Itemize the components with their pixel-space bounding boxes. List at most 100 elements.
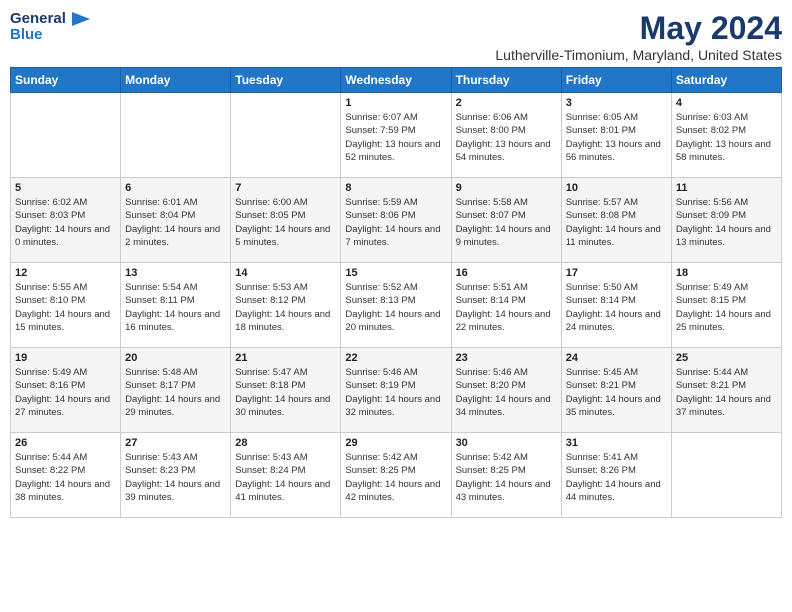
day-number: 29: [345, 437, 446, 449]
day-number: 16: [456, 267, 557, 279]
day-info: Sunrise: 5:43 AMSunset: 8:23 PMDaylight:…: [125, 451, 226, 504]
day-cell: 3 Sunrise: 6:05 AMSunset: 8:01 PMDaylight…: [561, 93, 671, 178]
day-number: 30: [456, 437, 557, 449]
week-row-4: 19 Sunrise: 5:49 AMSunset: 8:16 PMDayligh…: [11, 348, 782, 433]
day-info: Sunrise: 5:58 AMSunset: 8:07 PMDaylight:…: [456, 196, 557, 249]
day-info: Sunrise: 6:02 AMSunset: 8:03 PMDaylight:…: [15, 196, 116, 249]
day-cell: 28 Sunrise: 5:43 AMSunset: 8:24 PMDayligh…: [231, 433, 341, 518]
day-info: Sunrise: 5:43 AMSunset: 8:24 PMDaylight:…: [235, 451, 336, 504]
day-number: 14: [235, 267, 336, 279]
day-cell: 19 Sunrise: 5:49 AMSunset: 8:16 PMDayligh…: [11, 348, 121, 433]
day-info: Sunrise: 5:51 AMSunset: 8:14 PMDaylight:…: [456, 281, 557, 334]
day-cell: 25 Sunrise: 5:44 AMSunset: 8:21 PMDayligh…: [671, 348, 781, 433]
day-info: Sunrise: 5:50 AMSunset: 8:14 PMDaylight:…: [566, 281, 667, 334]
logo-icon: [72, 12, 90, 26]
day-info: Sunrise: 5:46 AMSunset: 8:20 PMDaylight:…: [456, 366, 557, 419]
day-info: Sunrise: 5:59 AMSunset: 8:06 PMDaylight:…: [345, 196, 446, 249]
day-info: Sunrise: 5:56 AMSunset: 8:09 PMDaylight:…: [676, 196, 777, 249]
day-info: Sunrise: 5:47 AMSunset: 8:18 PMDaylight:…: [235, 366, 336, 419]
day-info: Sunrise: 5:52 AMSunset: 8:13 PMDaylight:…: [345, 281, 446, 334]
header-monday: Monday: [121, 68, 231, 93]
day-number: 17: [566, 267, 667, 279]
logo-general: General: [10, 10, 66, 27]
day-info: Sunrise: 6:00 AMSunset: 8:05 PMDaylight:…: [235, 196, 336, 249]
day-cell: 8 Sunrise: 5:59 AMSunset: 8:06 PMDaylight…: [341, 178, 451, 263]
week-row-2: 5 Sunrise: 6:02 AMSunset: 8:03 PMDaylight…: [11, 178, 782, 263]
day-cell: 9 Sunrise: 5:58 AMSunset: 8:07 PMDaylight…: [451, 178, 561, 263]
day-info: Sunrise: 5:44 AMSunset: 8:22 PMDaylight:…: [15, 451, 116, 504]
day-number: 28: [235, 437, 336, 449]
day-number: 7: [235, 182, 336, 194]
day-cell: 10Sunrise: 5:57 AMSunset: 8:08 PMDayligh…: [561, 178, 671, 263]
day-cell: 18Sunrise: 5:49 AMSunset: 8:15 PMDayligh…: [671, 263, 781, 348]
header-tuesday: Tuesday: [231, 68, 341, 93]
day-info: Sunrise: 5:45 AMSunset: 8:21 PMDaylight:…: [566, 366, 667, 419]
week-row-5: 26 Sunrise: 5:44 AMSunset: 8:22 PMDayligh…: [11, 433, 782, 518]
day-number: 12: [15, 267, 116, 279]
day-cell: 5 Sunrise: 6:02 AMSunset: 8:03 PMDaylight…: [11, 178, 121, 263]
day-cell: 4 Sunrise: 6:03 AMSunset: 8:02 PMDaylight…: [671, 93, 781, 178]
day-info: Sunrise: 5:42 AMSunset: 8:25 PMDaylight:…: [456, 451, 557, 504]
day-info: Sunrise: 5:41 AMSunset: 8:26 PMDaylight:…: [566, 451, 667, 504]
header-saturday: Saturday: [671, 68, 781, 93]
day-cell: 20Sunrise: 5:48 AMSunset: 8:17 PMDayligh…: [121, 348, 231, 433]
day-number: 15: [345, 267, 446, 279]
day-info: Sunrise: 5:53 AMSunset: 8:12 PMDaylight:…: [235, 281, 336, 334]
day-cell: 30 Sunrise: 5:42 AMSunset: 8:25 PMDayligh…: [451, 433, 561, 518]
day-cell: 26 Sunrise: 5:44 AMSunset: 8:22 PMDayligh…: [11, 433, 121, 518]
day-number: 9: [456, 182, 557, 194]
day-cell: 27 Sunrise: 5:43 AMSunset: 8:23 PMDayligh…: [121, 433, 231, 518]
day-cell: [121, 93, 231, 178]
day-number: 13: [125, 267, 226, 279]
day-cell: [671, 433, 781, 518]
day-number: 25: [676, 352, 777, 364]
day-cell: 24 Sunrise: 5:45 AMSunset: 8:21 PMDayligh…: [561, 348, 671, 433]
day-cell: 23 Sunrise: 5:46 AMSunset: 8:20 PMDayligh…: [451, 348, 561, 433]
day-number: 5: [15, 182, 116, 194]
day-info: Sunrise: 5:54 AMSunset: 8:11 PMDaylight:…: [125, 281, 226, 334]
header-wednesday: Wednesday: [341, 68, 451, 93]
day-cell: 21Sunrise: 5:47 AMSunset: 8:18 PMDayligh…: [231, 348, 341, 433]
day-number: 23: [456, 352, 557, 364]
day-cell: 2Sunrise: 6:06 AMSunset: 8:00 PMDaylight…: [451, 93, 561, 178]
day-info: Sunrise: 5:49 AMSunset: 8:15 PMDaylight:…: [676, 281, 777, 334]
day-number: 22: [345, 352, 446, 364]
day-cell: 15 Sunrise: 5:52 AMSunset: 8:13 PMDayligh…: [341, 263, 451, 348]
day-info: Sunrise: 6:05 AMSunset: 8:01 PMDaylight:…: [566, 111, 667, 164]
day-cell: 7 Sunrise: 6:00 AMSunset: 8:05 PMDaylight…: [231, 178, 341, 263]
day-cell: 11 Sunrise: 5:56 AMSunset: 8:09 PMDayligh…: [671, 178, 781, 263]
day-number: 4: [676, 97, 777, 109]
day-number: 24: [566, 352, 667, 364]
header-thursday: Thursday: [451, 68, 561, 93]
day-number: 2: [456, 97, 557, 109]
day-info: Sunrise: 6:01 AMSunset: 8:04 PMDaylight:…: [125, 196, 226, 249]
day-info: Sunrise: 5:44 AMSunset: 8:21 PMDaylight:…: [676, 366, 777, 419]
title-area: May 2024 Lutherville-Timonium, Maryland,…: [495, 10, 782, 63]
day-info: Sunrise: 5:42 AMSunset: 8:25 PMDaylight:…: [345, 451, 446, 504]
calendar-table: SundayMondayTuesdayWednesdayThursdayFrid…: [10, 67, 782, 518]
day-cell: 29 Sunrise: 5:42 AMSunset: 8:25 PMDayligh…: [341, 433, 451, 518]
day-number: 6: [125, 182, 226, 194]
day-number: 8: [345, 182, 446, 194]
day-number: 26: [15, 437, 116, 449]
day-cell: 1Sunrise: 6:07 AMSunset: 7:59 PMDaylight…: [341, 93, 451, 178]
day-info: Sunrise: 5:48 AMSunset: 8:17 PMDaylight:…: [125, 366, 226, 419]
logo-blue: Blue: [10, 26, 43, 43]
day-number: 11: [676, 182, 777, 194]
day-info: Sunrise: 5:49 AMSunset: 8:16 PMDaylight:…: [15, 366, 116, 419]
day-cell: 16 Sunrise: 5:51 AMSunset: 8:14 PMDayligh…: [451, 263, 561, 348]
page-header: General Blue May 2024 Lutherville-Timoni…: [10, 10, 782, 63]
day-info: Sunrise: 5:57 AMSunset: 8:08 PMDaylight:…: [566, 196, 667, 249]
day-number: 27: [125, 437, 226, 449]
month-title: May 2024: [495, 10, 782, 47]
day-cell: [11, 93, 121, 178]
day-cell: 31 Sunrise: 5:41 AMSunset: 8:26 PMDayligh…: [561, 433, 671, 518]
day-number: 31: [566, 437, 667, 449]
location-title: Lutherville-Timonium, Maryland, United S…: [495, 47, 782, 63]
day-cell: 22Sunrise: 5:46 AMSunset: 8:19 PMDayligh…: [341, 348, 451, 433]
day-cell: 12Sunrise: 5:55 AMSunset: 8:10 PMDayligh…: [11, 263, 121, 348]
day-number: 3: [566, 97, 667, 109]
day-number: 19: [15, 352, 116, 364]
day-info: Sunrise: 6:03 AMSunset: 8:02 PMDaylight:…: [676, 111, 777, 164]
day-info: Sunrise: 6:07 AMSunset: 7:59 PMDaylight:…: [345, 111, 446, 164]
